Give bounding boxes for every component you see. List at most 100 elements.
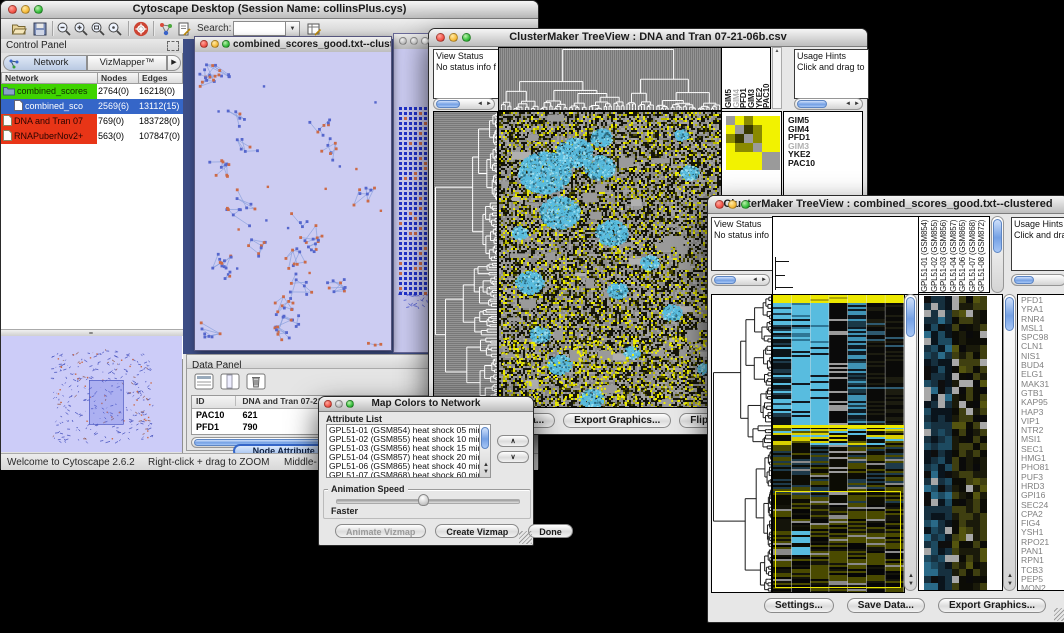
column-label[interactable]: GPL51-04 (GSM857) — [949, 219, 959, 292]
correlation-cell[interactable] — [771, 134, 780, 143]
dialog-titlebar[interactable]: Map Colors to Network — [319, 397, 533, 412]
close-button[interactable] — [715, 200, 724, 209]
correlation-cell[interactable] — [735, 143, 744, 152]
animation-speed-slider-thumb[interactable] — [418, 494, 429, 506]
column-header-network[interactable]: Network — [1, 72, 98, 84]
column-label[interactable]: GPL51-02 (GSM855) — [930, 219, 940, 292]
treeview-button[interactable]: Settings... — [764, 598, 834, 613]
network-row-selected[interactable]: combined_sco 2569(6) 13112(15) — [1, 99, 183, 114]
heatmap-vscrollbar[interactable]: ▲ ▼ — [904, 294, 917, 591]
map-colors-dialog[interactable]: Map Colors to Network Attribute List GPL… — [318, 396, 534, 546]
correlation-cell[interactable] — [744, 116, 753, 125]
correlation-cell[interactable] — [726, 125, 735, 134]
column-dendrogram[interactable] — [498, 47, 722, 111]
select-attributes-icon[interactable] — [194, 373, 214, 390]
network-view-window-1[interactable]: combined_scores_good.txt--cluste... — [194, 36, 392, 351]
correlation-cell[interactable] — [744, 161, 753, 170]
global-heatmap[interactable] — [498, 111, 722, 408]
column-label[interactable]: GPL51-07 (GSM868) — [968, 219, 978, 292]
zoom-window-button[interactable] — [346, 400, 354, 408]
network-row[interactable]: combined_scores 2764(0) 16218(0) — [1, 84, 183, 99]
usage-hints-hscrollbar[interactable]: ◄ ► — [794, 98, 863, 110]
column-label[interactable]: GPL51-03 (GSM856) — [939, 219, 949, 292]
close-button[interactable] — [399, 37, 407, 45]
correlation-cell[interactable] — [762, 125, 771, 134]
correlation-cell[interactable] — [771, 143, 780, 152]
dialog-button[interactable]: Animate Vizmap — [335, 524, 426, 538]
correlation-cell[interactable] — [762, 116, 771, 125]
move-down-button[interactable]: ∨ — [497, 451, 529, 463]
scroll-up-icon[interactable]: ▲ — [483, 462, 489, 469]
help-icon[interactable] — [133, 21, 149, 37]
treeview-combined-titlebar[interactable]: ClusterMaker TreeView : combined_scores_… — [708, 196, 1064, 214]
correlation-cell[interactable] — [771, 125, 780, 134]
column-label[interactable]: GPL51-08 (GSM872) — [977, 219, 987, 292]
column-header-edges[interactable]: Edges — [138, 72, 183, 84]
close-button[interactable] — [324, 400, 332, 408]
row-label[interactable]: PAC10 — [788, 159, 862, 168]
zoom-vscrollbar[interactable]: ▲ ▼ — [1003, 294, 1016, 591]
correlation-cell[interactable] — [771, 152, 780, 161]
view-status-hscrollbar[interactable]: ◄ ► — [711, 274, 770, 286]
correlation-cell[interactable] — [735, 161, 744, 170]
resize-grip[interactable] — [519, 531, 532, 544]
column-label[interactable]: GIM5 — [724, 50, 732, 108]
attribute-editor-icon[interactable] — [306, 21, 322, 37]
correlation-cell[interactable] — [726, 152, 735, 161]
scroll-up-icon[interactable]: ▲ — [1007, 573, 1013, 580]
row-dendrogram[interactable] — [433, 111, 498, 408]
column-label[interactable]: PFD1 — [739, 50, 747, 108]
treeview-button[interactable]: Save Data... — [847, 598, 925, 613]
zoom-selected-icon[interactable] — [107, 21, 123, 37]
correlation-cell[interactable] — [744, 152, 753, 161]
close-button[interactable] — [8, 5, 17, 14]
tab-overflow-button[interactable]: ▶ — [167, 55, 181, 71]
column-header-nodes[interactable]: Nodes — [97, 72, 139, 84]
correlation-cell[interactable] — [762, 143, 771, 152]
scroll-down-icon[interactable]: ▼ — [1007, 581, 1013, 588]
zoom-window-button[interactable] — [34, 5, 43, 14]
correlation-cell[interactable] — [744, 125, 753, 134]
minimize-button[interactable] — [728, 200, 737, 209]
column-label[interactable]: GPL51-01 (GSM854) — [920, 219, 930, 292]
scroll-down-icon[interactable]: ▼ — [908, 581, 914, 588]
scroll-up-icon[interactable]: ▲ — [908, 573, 914, 580]
new-attribute-icon[interactable] — [220, 373, 240, 390]
id-column-header[interactable]: ID — [192, 396, 236, 406]
resize-grip[interactable] — [1054, 608, 1064, 621]
zoom-heatmap-panel[interactable] — [918, 294, 1003, 591]
minimize-button[interactable] — [449, 33, 458, 42]
scroll-left-icon[interactable]: ◄ — [752, 277, 758, 284]
zoom-window-button[interactable] — [462, 33, 471, 42]
column-dendrogram[interactable] — [772, 216, 919, 295]
move-up-button[interactable]: ∧ — [497, 435, 529, 447]
column-label[interactable]: PAC10 — [762, 50, 770, 108]
gene-label[interactable]: MON2 — [1021, 584, 1064, 591]
attribute-list-item[interactable]: GPL51-07 (GSM868) heat shock 60 min — [329, 471, 490, 478]
scroll-right-icon[interactable]: ► — [854, 101, 860, 108]
correlation-cell[interactable] — [753, 116, 762, 125]
panel-split-handle[interactable] — [1, 329, 183, 336]
correlation-cell[interactable] — [735, 116, 744, 125]
scroll-left-icon[interactable]: ◄ — [845, 101, 851, 108]
close-button[interactable] — [200, 40, 208, 48]
correlation-heatmap[interactable] — [726, 116, 780, 170]
delete-attribute-icon[interactable] — [246, 373, 266, 390]
zoom-window-button[interactable] — [421, 37, 429, 45]
minimize-button[interactable] — [211, 40, 219, 48]
scroll-right-icon[interactable]: ► — [486, 101, 492, 108]
correlation-cell[interactable] — [726, 134, 735, 143]
treeview-combined-window[interactable]: ClusterMaker TreeView : combined_scores_… — [707, 195, 1064, 623]
treeview-button[interactable]: Export Graphics... — [938, 598, 1046, 613]
correlation-cell[interactable] — [753, 143, 762, 152]
tab-network[interactable]: Network — [3, 55, 87, 71]
correlation-cell[interactable] — [726, 161, 735, 170]
minimize-button[interactable] — [335, 400, 343, 408]
attribute-list-vscrollbar[interactable]: ▲ ▼ — [479, 424, 491, 478]
scroll-down-icon[interactable]: ▼ — [483, 469, 489, 476]
correlation-cell[interactable] — [753, 134, 762, 143]
correlation-cell[interactable] — [771, 161, 780, 170]
scroll-right-icon[interactable]: ► — [761, 277, 767, 284]
correlation-cell[interactable] — [735, 152, 744, 161]
correlation-cell[interactable] — [771, 116, 780, 125]
